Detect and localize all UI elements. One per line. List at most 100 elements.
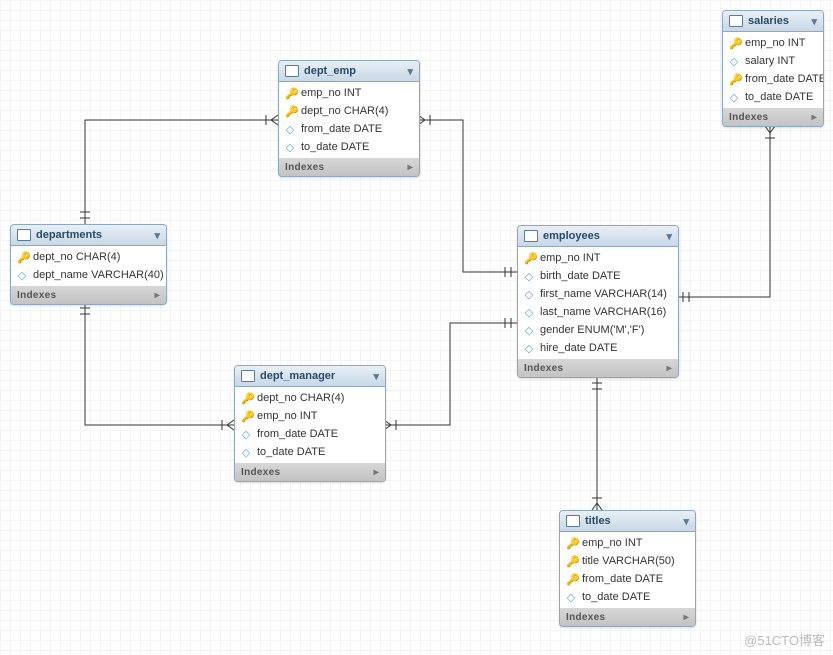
column-row[interactable]: 🔑 dept_no CHAR(4)	[11, 248, 166, 266]
table-icon	[524, 230, 538, 242]
column-row[interactable]: 🔑 dept_no CHAR(4)	[279, 102, 419, 120]
column-row[interactable]: ◇ birth_date DATE	[518, 267, 678, 285]
table-title: titles	[585, 515, 611, 527]
column-list: 🔑 emp_no INT ◇ birth_date DATE ◇ first_n…	[518, 247, 678, 359]
column-row[interactable]: 🔑 dept_no CHAR(4)	[235, 389, 385, 407]
erd-canvas[interactable]: salaries ▾ 🔑 emp_no INT ◇ salary INT 🔑 f…	[0, 0, 833, 655]
column-text: dept_no CHAR(4)	[301, 105, 388, 117]
indexes-section[interactable]: Indexes ▸	[723, 108, 823, 126]
column-row[interactable]: ◇ hire_date DATE	[518, 339, 678, 357]
indexes-section[interactable]: Indexes ▸	[11, 286, 166, 304]
key-icon: 🔑	[285, 105, 295, 118]
column-row[interactable]: 🔑 emp_no INT	[518, 249, 678, 267]
column-row[interactable]: 🔑 emp_no INT	[560, 534, 695, 552]
column-text: to_date DATE	[301, 141, 369, 153]
column-row[interactable]: ◇ to_date DATE	[560, 588, 695, 606]
diamond-icon: ◇	[566, 591, 576, 604]
column-row[interactable]: ◇ from_date DATE	[235, 425, 385, 443]
column-row[interactable]: ◇ salary INT	[723, 52, 823, 70]
column-list: 🔑 dept_no CHAR(4) 🔑 emp_no INT ◇ from_da…	[235, 387, 385, 463]
table-salaries[interactable]: salaries ▾ 🔑 emp_no INT ◇ salary INT 🔑 f…	[722, 10, 824, 127]
key-icon: 🔑	[566, 537, 576, 550]
column-row[interactable]: ◇ from_date DATE	[279, 120, 419, 138]
table-header[interactable]: dept_manager ▾	[235, 366, 385, 387]
table-icon	[566, 515, 580, 527]
chevron-right-icon: ▸	[812, 112, 817, 123]
indexes-section[interactable]: Indexes ▸	[235, 463, 385, 481]
indexes-label: Indexes	[241, 467, 280, 478]
key-icon: 🔑	[17, 251, 27, 264]
collapse-icon[interactable]: ▾	[154, 229, 160, 242]
column-row[interactable]: 🔑 title VARCHAR(50)	[560, 552, 695, 570]
column-row[interactable]: ◇ gender ENUM('M','F')	[518, 321, 678, 339]
table-title: dept_emp	[304, 65, 356, 77]
key-icon: 🔑	[285, 87, 295, 100]
indexes-label: Indexes	[566, 612, 605, 623]
column-text: to_date DATE	[257, 446, 325, 458]
column-row[interactable]: ◇ last_name VARCHAR(16)	[518, 303, 678, 321]
chevron-right-icon: ▸	[374, 467, 379, 478]
indexes-section[interactable]: Indexes ▸	[518, 359, 678, 377]
table-header[interactable]: salaries ▾	[723, 11, 823, 32]
diamond-icon: ◇	[285, 123, 295, 136]
indexes-label: Indexes	[17, 290, 56, 301]
table-titles[interactable]: titles ▾ 🔑 emp_no INT 🔑 title VARCHAR(50…	[559, 510, 696, 627]
table-employees[interactable]: employees ▾ 🔑 emp_no INT ◇ birth_date DA…	[517, 225, 679, 378]
column-text: last_name VARCHAR(16)	[540, 306, 666, 318]
diamond-icon: ◇	[524, 324, 534, 337]
column-row[interactable]: ◇ to_date DATE	[279, 138, 419, 156]
column-text: emp_no INT	[582, 537, 643, 549]
diamond-icon: ◇	[241, 446, 251, 459]
column-text: gender ENUM('M','F')	[540, 324, 644, 336]
column-row[interactable]: 🔑 emp_no INT	[723, 34, 823, 52]
column-text: emp_no INT	[301, 87, 362, 99]
column-text: from_date DATE	[257, 428, 338, 440]
column-row[interactable]: ◇ first_name VARCHAR(14)	[518, 285, 678, 303]
indexes-label: Indexes	[524, 363, 563, 374]
indexes-section[interactable]: Indexes ▸	[279, 158, 419, 176]
column-row[interactable]: ◇ dept_name VARCHAR(40)	[11, 266, 166, 284]
column-text: dept_name VARCHAR(40)	[33, 269, 164, 281]
column-row[interactable]: 🔑 emp_no INT	[235, 407, 385, 425]
diamond-icon: ◇	[17, 269, 27, 282]
collapse-icon[interactable]: ▾	[811, 15, 817, 28]
table-header[interactable]: employees ▾	[518, 226, 678, 247]
column-row[interactable]: 🔑 from_date DATE	[560, 570, 695, 588]
column-text: to_date DATE	[582, 591, 650, 603]
diamond-icon: ◇	[729, 55, 739, 68]
table-departments[interactable]: departments ▾ 🔑 dept_no CHAR(4) ◇ dept_n…	[10, 224, 167, 305]
collapse-icon[interactable]: ▾	[666, 230, 672, 243]
diamond-icon: ◇	[729, 91, 739, 104]
diamond-icon: ◇	[285, 141, 295, 154]
diamond-icon: ◇	[524, 306, 534, 319]
collapse-icon[interactable]: ▾	[407, 65, 413, 78]
chevron-right-icon: ▸	[155, 290, 160, 301]
column-text: emp_no INT	[540, 252, 601, 264]
indexes-section[interactable]: Indexes ▸	[560, 608, 695, 626]
table-icon	[285, 65, 299, 77]
column-text: first_name VARCHAR(14)	[540, 288, 667, 300]
column-row[interactable]: ◇ to_date DATE	[723, 88, 823, 106]
table-dept_manager[interactable]: dept_manager ▾ 🔑 dept_no CHAR(4) 🔑 emp_n…	[234, 365, 386, 482]
key-icon: 🔑	[566, 573, 576, 586]
column-row[interactable]: 🔑 emp_no INT	[279, 84, 419, 102]
column-text: hire_date DATE	[540, 342, 617, 354]
collapse-icon[interactable]: ▾	[373, 370, 379, 383]
table-header[interactable]: departments ▾	[11, 225, 166, 246]
table-title: employees	[543, 230, 600, 242]
table-title: salaries	[748, 15, 789, 27]
column-text: dept_no CHAR(4)	[257, 392, 344, 404]
column-row[interactable]: 🔑 from_date DATE	[723, 70, 823, 88]
key-icon: 🔑	[566, 555, 576, 568]
column-row[interactable]: ◇ to_date DATE	[235, 443, 385, 461]
table-header[interactable]: titles ▾	[560, 511, 695, 532]
key-icon: 🔑	[241, 410, 251, 423]
column-text: emp_no INT	[745, 37, 806, 49]
table-dept_emp[interactable]: dept_emp ▾ 🔑 emp_no INT 🔑 dept_no CHAR(4…	[278, 60, 420, 177]
column-text: from_date DATE	[745, 73, 824, 85]
column-list: 🔑 emp_no INT 🔑 title VARCHAR(50) 🔑 from_…	[560, 532, 695, 608]
table-header[interactable]: dept_emp ▾	[279, 61, 419, 82]
column-text: birth_date DATE	[540, 270, 621, 282]
diamond-icon: ◇	[524, 270, 534, 283]
collapse-icon[interactable]: ▾	[683, 515, 689, 528]
